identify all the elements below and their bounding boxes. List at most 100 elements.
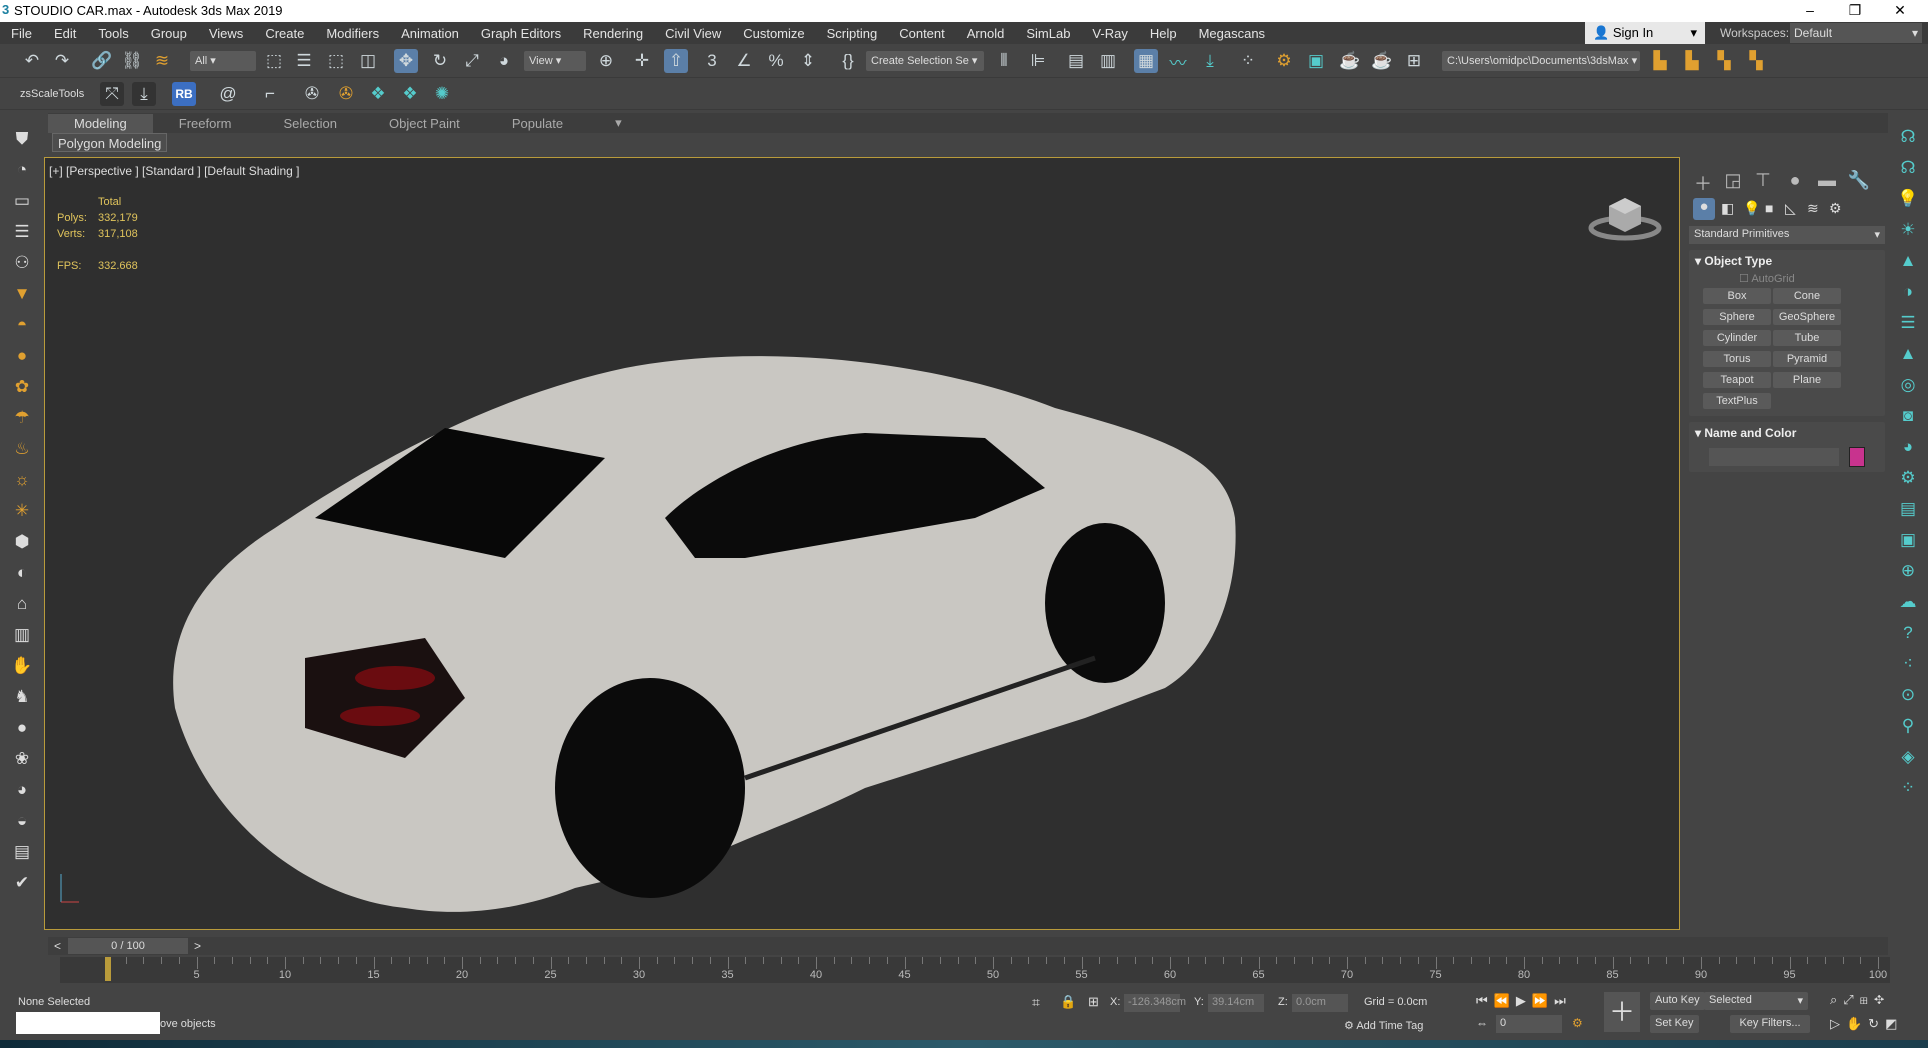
tab-freeform[interactable]: Freeform: [153, 116, 258, 131]
viewport-navigation-icons-2[interactable]: ▷✋↻◩: [1830, 1016, 1903, 1032]
time-slider[interactable]: < 0 / 100 >: [48, 937, 1888, 955]
select-and-rotate-icon[interactable]: ↻: [428, 49, 452, 73]
isolate-selection-icon[interactable]: ⌗: [1032, 994, 1040, 1011]
menu-simlab[interactable]: SimLab: [1015, 26, 1081, 41]
menu-rendering[interactable]: Rendering: [572, 26, 654, 41]
viewport-label[interactable]: [+] [Perspective ] [Standard ] [Default …: [49, 164, 299, 178]
zs-scale-icon[interactable]: ⤧: [100, 82, 124, 106]
left-tool-icon[interactable]: ✋: [10, 654, 34, 678]
left-tool-icon[interactable]: ⚇: [10, 251, 34, 275]
right-tool-icon[interactable]: ☊: [1896, 125, 1920, 149]
keyboard-shortcut-override-icon[interactable]: ⇧: [664, 49, 688, 73]
left-tool-icon[interactable]: ⌂: [10, 592, 34, 616]
select-manipulate-icon[interactable]: ✛: [630, 49, 654, 73]
menu-civil-view[interactable]: Civil View: [654, 26, 732, 41]
create-plane-button[interactable]: Plane: [1773, 372, 1841, 388]
time-config-icon[interactable]: ⚙: [1572, 1016, 1583, 1030]
menu-graph-editors[interactable]: Graph Editors: [470, 26, 572, 41]
car-model[interactable]: [105, 258, 1505, 930]
select-object-icon[interactable]: ⬚: [262, 49, 286, 73]
left-tool-icon[interactable]: ♞: [10, 685, 34, 709]
right-tool-icon[interactable]: ⊙: [1896, 683, 1920, 707]
close-button[interactable]: ✕: [1880, 2, 1920, 19]
menu-content[interactable]: Content: [888, 26, 956, 41]
right-tool-icon[interactable]: ⚙: [1896, 466, 1920, 490]
selection-filter-dropdown[interactable]: All ▾: [190, 51, 256, 71]
lights-icon[interactable]: 💡: [1743, 200, 1760, 217]
track-bar[interactable]: 0510152025303540455055606570758085909510…: [60, 957, 1890, 983]
spiral-icon[interactable]: @: [216, 82, 240, 106]
maxscript-listener-mini[interactable]: [16, 1012, 160, 1034]
selection-lock-icon[interactable]: 🔒: [1060, 994, 1076, 1010]
select-and-place-icon[interactable]: ◕: [492, 49, 516, 73]
left-tool-icon[interactable]: ▥: [10, 623, 34, 647]
asset-tracking-icon[interactable]: ▙: [1648, 49, 1672, 73]
right-tool-icon[interactable]: ◑: [1896, 280, 1920, 304]
space-warps-icon[interactable]: ≋: [1807, 200, 1819, 217]
tab-modeling[interactable]: Modeling: [48, 113, 153, 133]
key-filters-button[interactable]: Key Filters...: [1730, 1015, 1810, 1033]
select-by-name-icon[interactable]: ☰: [292, 49, 316, 73]
left-tool-icon[interactable]: ◔: [10, 158, 34, 182]
create-torus-button[interactable]: Torus: [1703, 351, 1771, 367]
rendered-frame-window-icon[interactable]: ▣: [1304, 49, 1328, 73]
rectangle-selection-icon[interactable]: ⬚: [324, 49, 348, 73]
left-tool-icon[interactable]: ♨: [10, 437, 34, 461]
menu-views[interactable]: Views: [198, 26, 254, 41]
menu-arnold[interactable]: Arnold: [956, 26, 1016, 41]
reference-coordinate-dropdown[interactable]: View ▾: [524, 51, 586, 71]
right-tool-icon[interactable]: ⁘: [1896, 776, 1920, 800]
right-tool-icon[interactable]: ◕: [1896, 435, 1920, 459]
left-tool-icon[interactable]: ✿: [10, 375, 34, 399]
viewport-navigation-icons[interactable]: ⌕⤢⊞✥: [1830, 992, 1890, 1008]
create-tab-icon[interactable]: ＋: [1689, 170, 1717, 196]
render-setup-icon[interactable]: ⚙: [1272, 49, 1296, 73]
maximize-button[interactable]: ❐: [1835, 2, 1875, 19]
script-icon-1[interactable]: ✇: [300, 82, 324, 106]
redo-icon[interactable]: ↷: [50, 49, 74, 73]
render-production-icon[interactable]: ☕: [1338, 49, 1362, 73]
prev-frame-button[interactable]: <: [54, 939, 61, 953]
next-frame-button[interactable]: >: [194, 939, 201, 953]
create-cylinder-button[interactable]: Cylinder: [1703, 330, 1771, 346]
tab-populate[interactable]: Populate: [486, 116, 589, 131]
menu-help[interactable]: Help: [1139, 26, 1188, 41]
menu-megascans[interactable]: Megascans: [1188, 26, 1276, 41]
absolute-mode-icon[interactable]: ⊞: [1088, 994, 1099, 1010]
sign-in-button[interactable]: 👤 Sign In ▾: [1585, 22, 1705, 44]
left-tool-icon[interactable]: ✔: [10, 871, 34, 895]
left-tool-icon[interactable]: ⛊: [10, 127, 34, 151]
window-crossing-icon[interactable]: ◫: [356, 49, 380, 73]
unlink-icon[interactable]: ⛓: [120, 49, 144, 73]
right-tool-icon[interactable]: ◎: [1896, 373, 1920, 397]
script-icon-2[interactable]: ✇: [334, 82, 358, 106]
key-mode-toggle-icon[interactable]: ⇔: [1476, 1016, 1488, 1030]
right-tool-icon[interactable]: ▣: [1896, 528, 1920, 552]
utilities-tab-icon[interactable]: 🔧: [1845, 170, 1873, 196]
set-key-button[interactable]: Set Key: [1650, 1015, 1699, 1033]
tab-object-paint[interactable]: Object Paint: [363, 116, 486, 131]
create-sphere-button[interactable]: Sphere: [1703, 309, 1771, 325]
add-time-tag[interactable]: ⚙ Add Time Tag: [1344, 1019, 1423, 1032]
menu-edit[interactable]: Edit: [43, 26, 87, 41]
right-tool-icon[interactable]: ☁: [1896, 590, 1920, 614]
left-tool-icon[interactable]: ●: [10, 344, 34, 368]
cameras-icon[interactable]: ■: [1765, 200, 1773, 216]
xref-icon[interactable]: ▚: [1744, 49, 1768, 73]
y-coordinate-field[interactable]: 39.14cm: [1208, 994, 1264, 1012]
right-tool-icon[interactable]: ▲: [1896, 342, 1920, 366]
schematic-view-icon[interactable]: ⤓: [1198, 49, 1222, 73]
hierarchy-tab-icon[interactable]: ⊤: [1749, 170, 1777, 196]
bind-space-warp-icon[interactable]: ≋: [150, 49, 174, 73]
right-tool-icon[interactable]: ☰: [1896, 311, 1920, 335]
render-iterative-icon[interactable]: ☕: [1370, 49, 1394, 73]
x-coordinate-field[interactable]: -126.348cm: [1124, 994, 1186, 1012]
scene-explorer-icon[interactable]: ▤: [1064, 49, 1088, 73]
menu-tools[interactable]: Tools: [87, 26, 139, 41]
right-tool-icon[interactable]: ⚲: [1896, 714, 1920, 738]
pivot-center-icon[interactable]: ⊕: [594, 49, 618, 73]
spinner-snap-icon[interactable]: ⇕: [796, 49, 820, 73]
auto-key-button[interactable]: Auto Key: [1650, 992, 1705, 1010]
create-box-button[interactable]: Box: [1703, 288, 1771, 304]
bend-icon[interactable]: ⌐: [258, 82, 282, 106]
